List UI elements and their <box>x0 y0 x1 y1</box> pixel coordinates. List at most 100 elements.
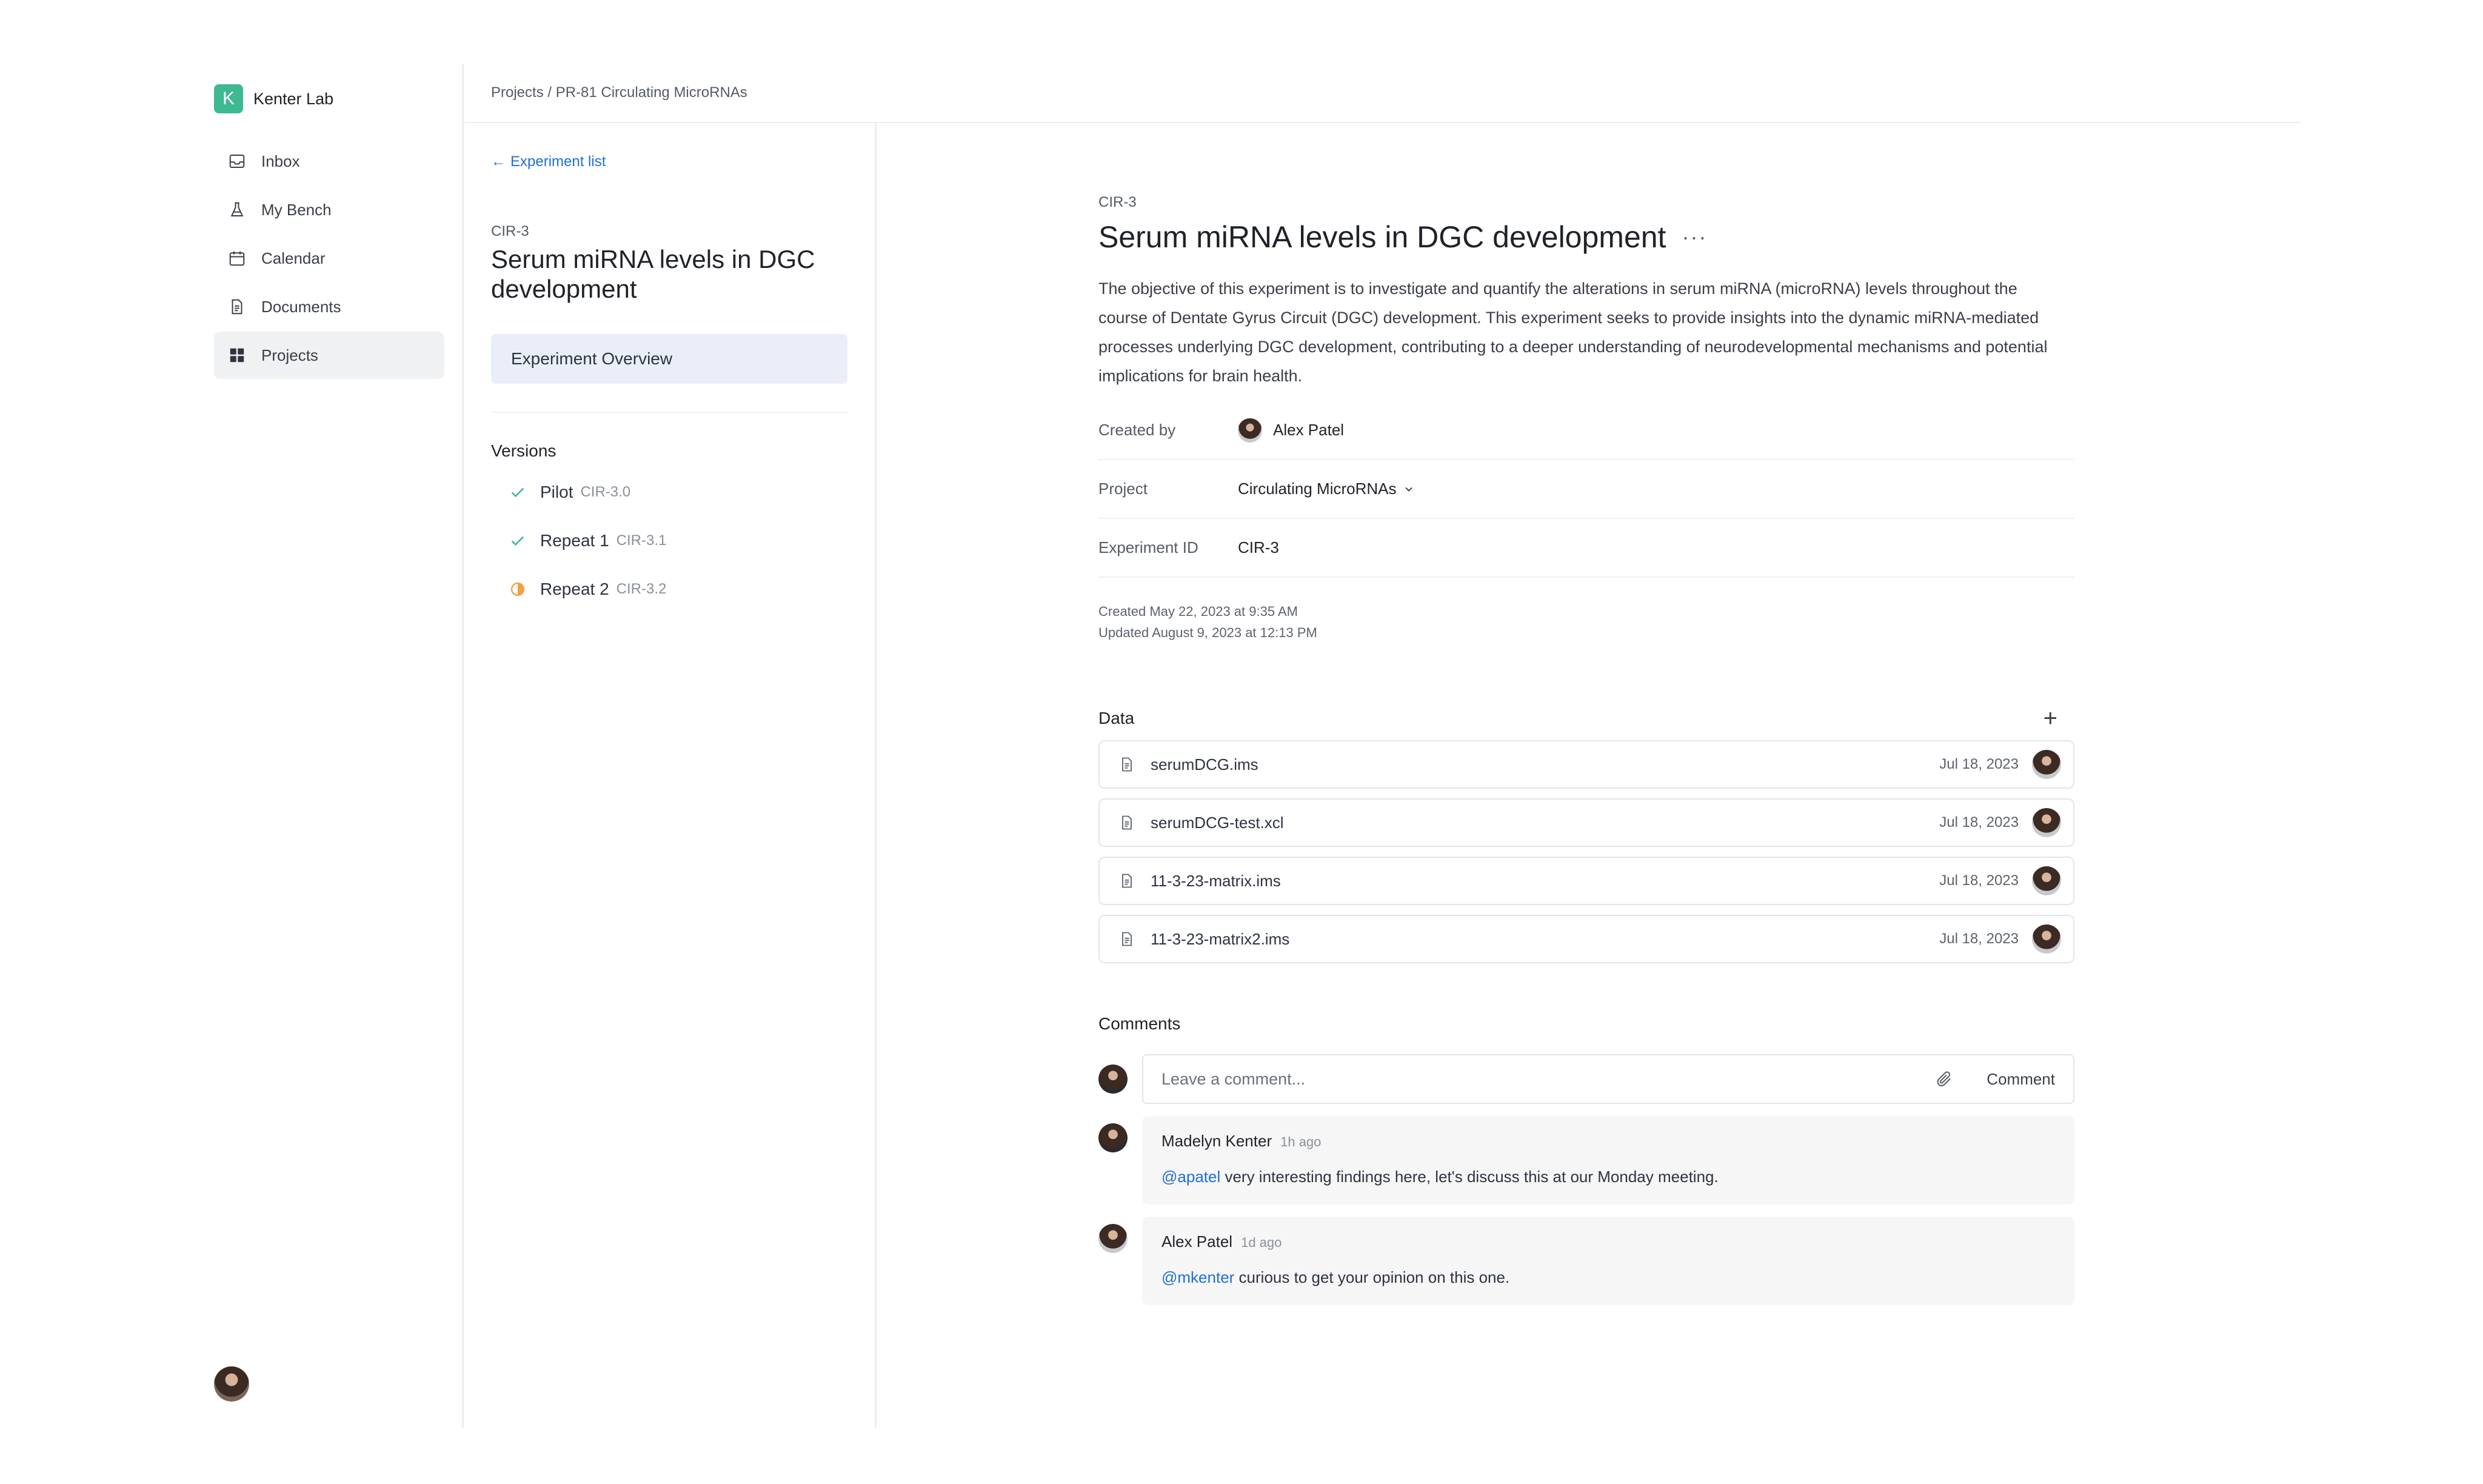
meta-row-project: Project Circulating MicroRNAs <box>1098 460 2074 519</box>
timestamps: Created May 22, 2023 at 9:35 AM Updated … <box>1098 601 2074 643</box>
comment-header: Madelyn Kenter 1h ago <box>1161 1132 2055 1151</box>
experiment-panel: ← Experiment list CIR-3 Serum miRNA leve… <box>464 123 876 1428</box>
comment-author: Madelyn Kenter <box>1161 1132 1272 1150</box>
avatar <box>1238 418 1262 443</box>
comment-item: Madelyn Kenter 1h ago @apatel very inter… <box>1098 1116 2074 1205</box>
project-select[interactable]: Circulating MicroRNAs <box>1238 480 1415 498</box>
brand-logo: K <box>214 84 243 113</box>
grid-icon <box>227 346 247 365</box>
file-row[interactable]: 11-3-23-matrix.ims Jul 18, 2023 <box>1098 857 2074 905</box>
file-name: serumDCG-test.xcl <box>1151 813 1284 832</box>
version-id: CIR-3.1 <box>616 532 667 549</box>
version-id: CIR-3.0 <box>580 484 631 500</box>
meta-value: Alex Patel <box>1238 418 1344 443</box>
experiment-description: The objective of this experiment is to i… <box>1098 279 2048 385</box>
file-row[interactable]: serumDCG-test.xcl Jul 18, 2023 <box>1098 798 2074 847</box>
file-date: Jul 18, 2023 <box>1939 756 2019 772</box>
back-link-label: Experiment list <box>510 153 606 170</box>
meta-row-created-by: Created by Alex Patel <box>1098 401 2074 460</box>
sidebar: K Kenter Lab Inbox My Bench Calendar Doc… <box>0 0 463 1484</box>
document-icon <box>227 297 247 316</box>
project-value: Circulating MicroRNAs <box>1238 480 1397 498</box>
version-item-pilot[interactable]: Pilot CIR-3.0 <box>507 477 630 507</box>
avatar <box>2032 750 2061 779</box>
version-item-repeat-2[interactable]: Repeat 2 CIR-3.2 <box>507 574 666 604</box>
tab-experiment-overview[interactable]: Experiment Overview <box>491 334 847 384</box>
file-date: Jul 18, 2023 <box>1939 872 2019 889</box>
comment-body: @mkenter curious to get your opinion on … <box>1161 1268 2055 1287</box>
divider <box>491 412 847 413</box>
paperclip-icon[interactable] <box>1932 1067 1956 1091</box>
mention-link[interactable]: @mkenter <box>1161 1268 1234 1286</box>
meta-row-experiment-id: Experiment ID CIR-3 <box>1098 519 2074 578</box>
sidebar-item-calendar[interactable]: Calendar <box>214 235 444 282</box>
page-title: Serum miRNA levels in DGC development <box>1098 220 1666 254</box>
meta-label: Project <box>1098 480 1148 498</box>
version-item-repeat-1[interactable]: Repeat 1 CIR-3.1 <box>507 526 666 556</box>
version-name: Pilot <box>540 483 573 501</box>
comment-header: Alex Patel 1d ago <box>1161 1232 2055 1251</box>
sidebar-item-inbox[interactable]: Inbox <box>214 138 444 185</box>
comments-section-title: Comments <box>1098 1014 1181 1033</box>
avatar <box>2032 866 2061 895</box>
sidebar-item-projects[interactable]: Projects <box>214 332 444 379</box>
comment-body: @apatel very interesting findings here, … <box>1161 1168 2055 1186</box>
comment-input[interactable] <box>1161 1069 1933 1089</box>
brand-name: Kenter Lab <box>253 89 334 108</box>
comment-submit-button[interactable]: Comment <box>1987 1070 2055 1089</box>
brand[interactable]: K Kenter Lab <box>214 84 333 113</box>
comment-author: Alex Patel <box>1161 1232 1233 1251</box>
meta-label: Experiment ID <box>1098 538 1198 556</box>
file-name: serumDCG.ims <box>1151 755 1258 774</box>
sidebar-nav: Inbox My Bench Calendar Documents Projec… <box>214 138 444 380</box>
sidebar-item-my-bench[interactable]: My Bench <box>214 186 444 233</box>
meta-value: CIR-3 <box>1238 538 1279 556</box>
avatar <box>1098 1224 1128 1253</box>
versions-heading: Versions <box>491 441 556 460</box>
file-row[interactable]: 11-3-23-matrix2.ims Jul 18, 2023 <box>1098 915 2074 963</box>
comment-composer: Comment <box>1098 1054 2074 1104</box>
file-icon <box>1118 871 1136 891</box>
version-id: CIR-3.2 <box>616 581 667 597</box>
data-section-title: Data <box>1098 709 1135 727</box>
version-name: Repeat 1 <box>540 531 609 550</box>
mention-link[interactable]: @apatel <box>1161 1168 1220 1186</box>
add-data-button[interactable]: + <box>2044 706 2057 730</box>
half-circle-icon <box>507 579 528 600</box>
data-section: Data + serumDCG.ims Jul 18, 2023 serumDC… <box>1098 706 2074 963</box>
more-options-button[interactable]: ··· <box>1682 226 1707 248</box>
panel-divider <box>875 123 877 1428</box>
updated-timestamp: Updated August 9, 2023 at 12:13 PM <box>1098 625 1317 640</box>
calendar-icon <box>227 249 247 268</box>
user-avatar[interactable] <box>214 1366 249 1402</box>
file-name: 11-3-23-matrix2.ims <box>1151 929 1290 948</box>
sidebar-item-label: Projects <box>261 346 318 364</box>
file-name: 11-3-23-matrix.ims <box>1151 871 1281 890</box>
sidebar-item-label: Inbox <box>261 152 300 170</box>
data-section-header: Data + <box>1098 706 2074 730</box>
sidebar-item-documents[interactable]: Documents <box>214 283 444 330</box>
comment-input-box: Comment <box>1142 1054 2074 1104</box>
breadcrumb[interactable]: Projects / PR-81 Circulating MicroRNAs <box>491 84 747 101</box>
file-row[interactable]: serumDCG.ims Jul 18, 2023 <box>1098 740 2074 789</box>
chevron-down-icon <box>1403 483 1415 495</box>
avatar <box>1098 1123 1128 1152</box>
experiment-id: CIR-3 <box>491 223 529 239</box>
check-icon <box>507 530 528 551</box>
avatar <box>1098 1065 1128 1094</box>
back-to-experiment-list-link[interactable]: ← Experiment list <box>491 153 606 170</box>
file-icon <box>1118 812 1136 833</box>
comment-card: Madelyn Kenter 1h ago @apatel very inter… <box>1142 1116 2074 1205</box>
creator-name: Alex Patel <box>1273 421 1345 439</box>
sidebar-item-label: Documents <box>261 297 341 316</box>
experiment-id: CIR-3 <box>1098 194 1137 210</box>
topbar: Projects / PR-81 Circulating MicroRNAs <box>464 64 2301 123</box>
comment-text: curious to get your opinion on this one. <box>1234 1268 1510 1286</box>
comment-item: Alex Patel 1d ago @mkenter curious to ge… <box>1098 1217 2074 1305</box>
comment-card: Alex Patel 1d ago @mkenter curious to ge… <box>1142 1217 2074 1305</box>
file-date: Jul 18, 2023 <box>1939 931 2019 947</box>
comment-text: very interesting findings here, let's di… <box>1220 1168 1719 1186</box>
file-icon <box>1118 754 1136 775</box>
avatar <box>2032 924 2061 954</box>
arrow-left-icon: ← <box>491 153 506 170</box>
